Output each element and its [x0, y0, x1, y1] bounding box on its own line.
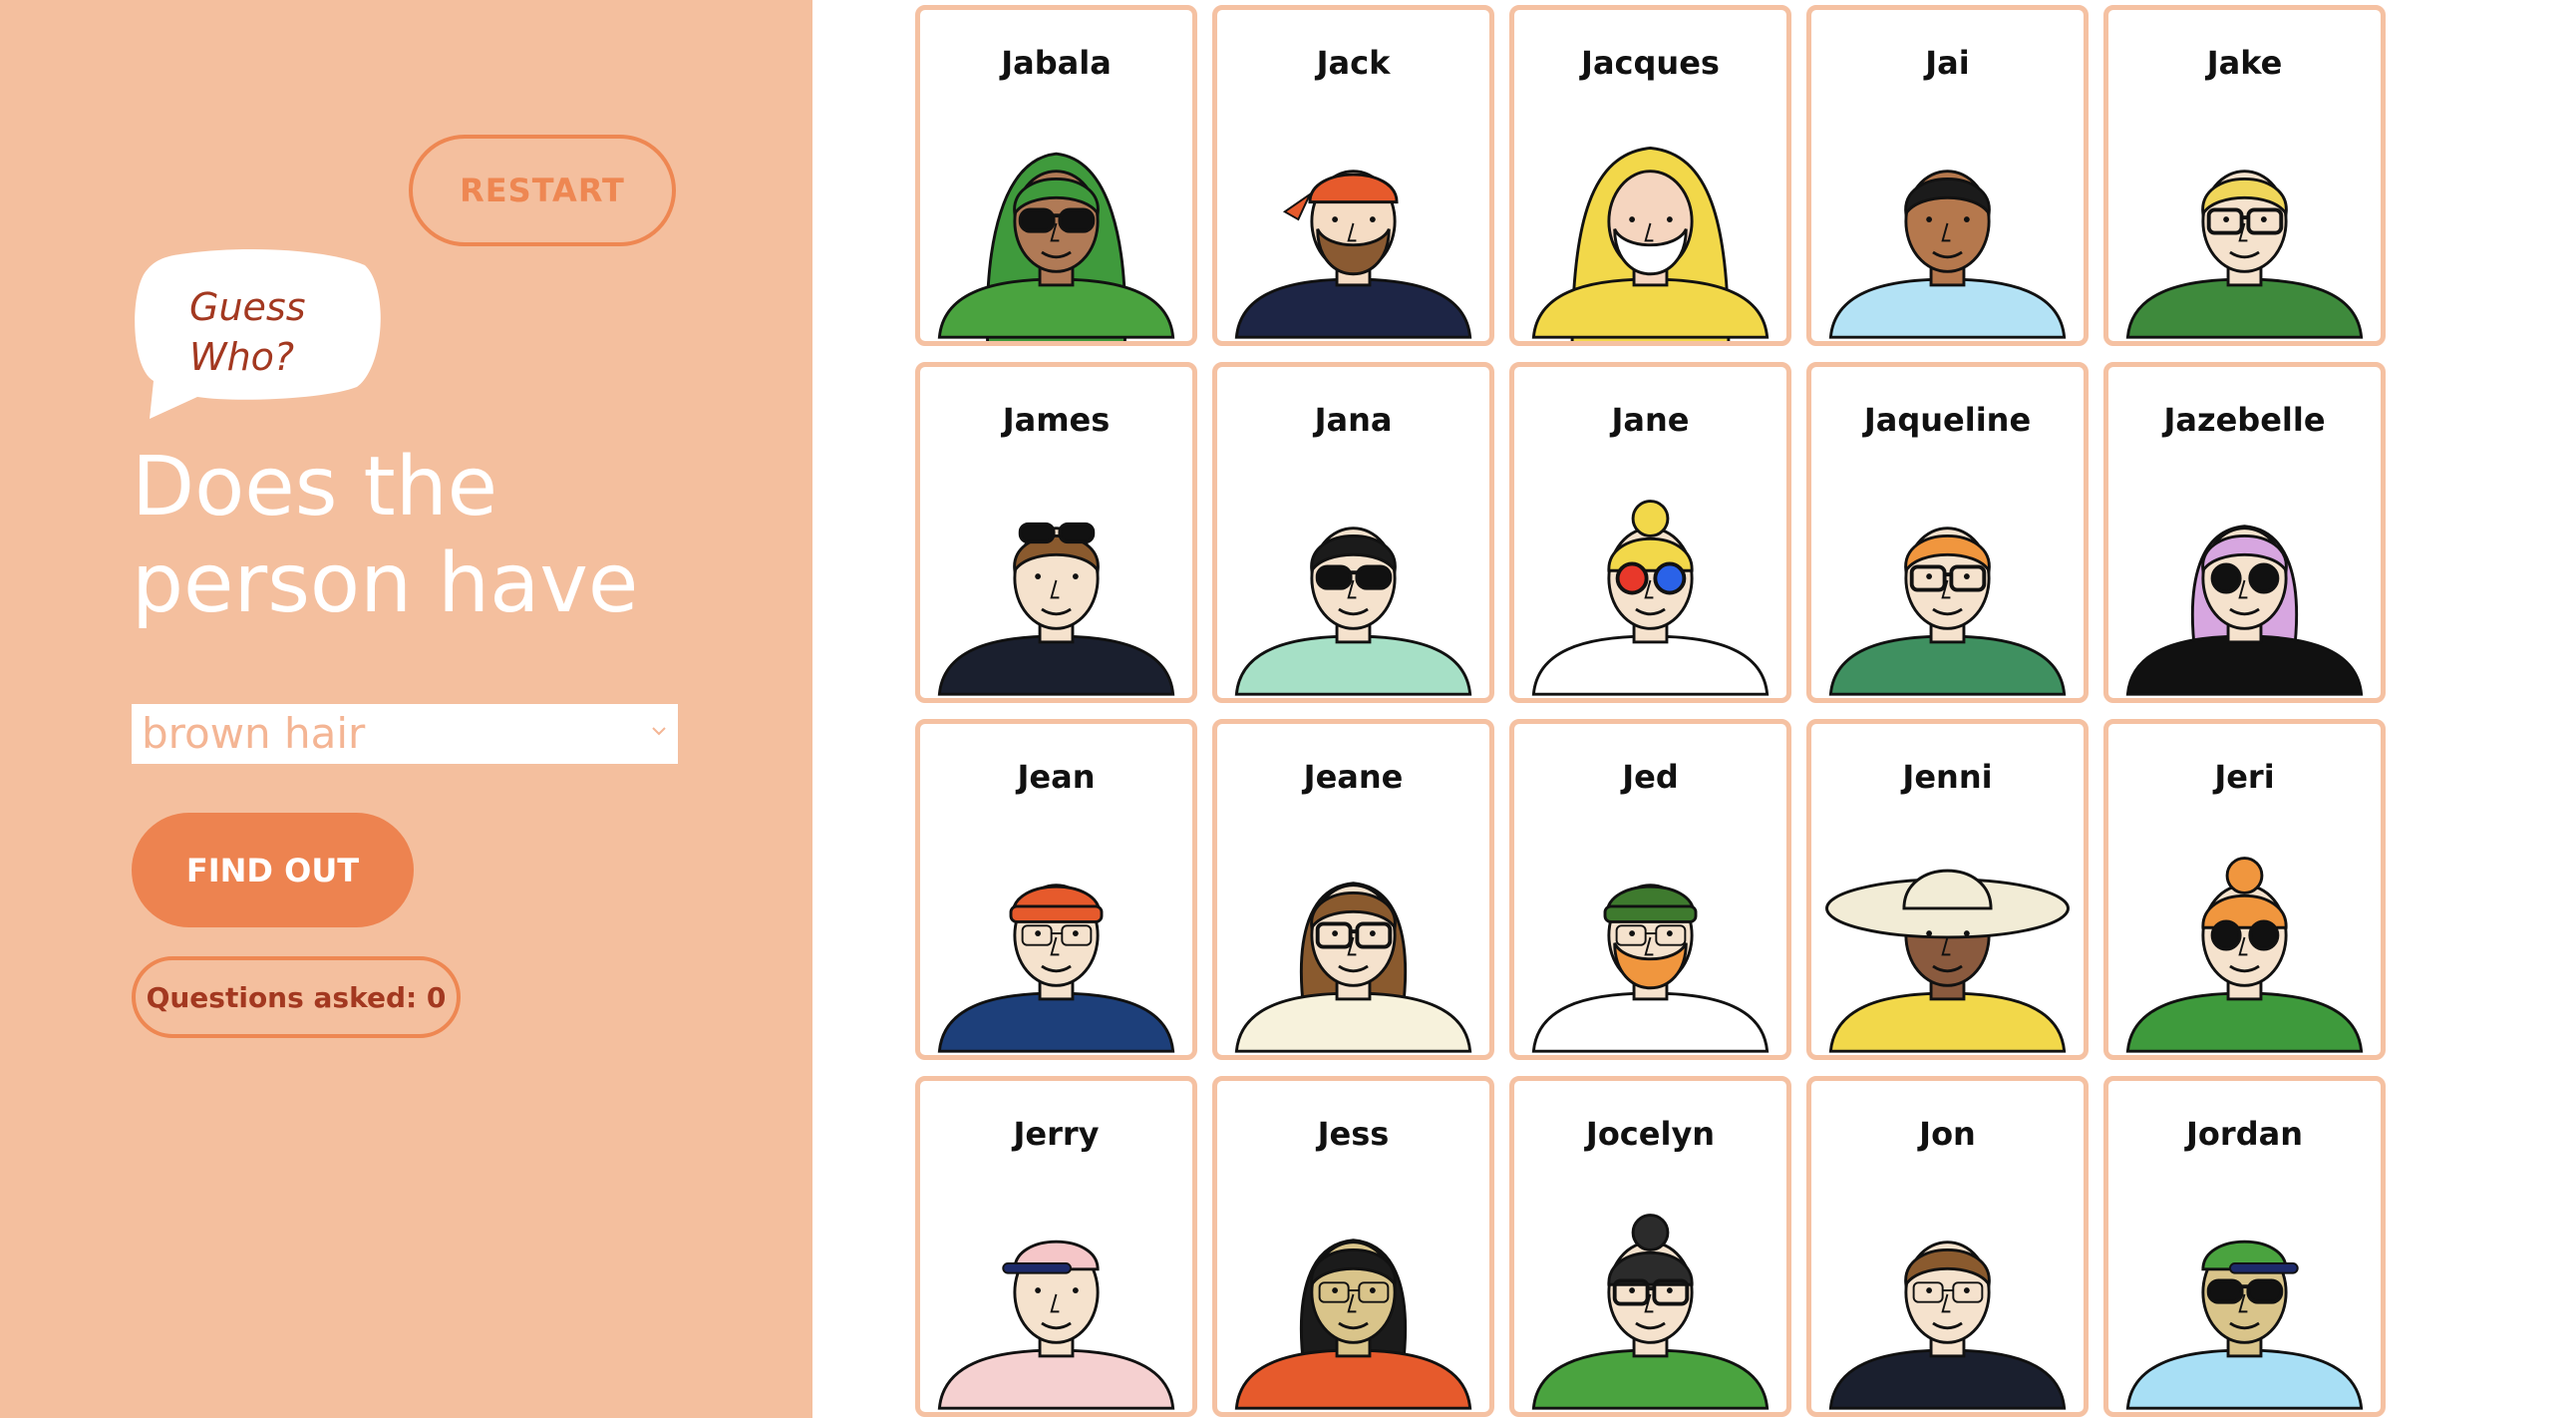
character-portrait-icon: [1531, 146, 1770, 341]
guess-who-logo: Guess Who?: [128, 247, 387, 427]
character-portrait-icon: [1531, 500, 1770, 696]
character-name: Jane: [1611, 401, 1690, 439]
character-card-james[interactable]: James: [915, 362, 1197, 703]
character-card-jack[interactable]: Jack: [1212, 5, 1494, 346]
logo-line-1: Guess: [189, 285, 306, 329]
character-portrait-icon: [1828, 170, 2067, 339]
character-card-jane[interactable]: Jane: [1509, 362, 1791, 703]
character-card-jeane[interactable]: Jeane: [1212, 719, 1494, 1060]
character-name: Jenni: [1902, 758, 1993, 796]
character-portrait-icon: [2125, 525, 2364, 696]
character-portrait-icon: [2125, 170, 2364, 339]
questions-asked-badge: Questions asked: 0: [132, 956, 461, 1038]
character-board: Jabala Jack Jacques Jai Jake James Jana …: [915, 5, 2391, 1418]
character-card-jeri[interactable]: Jeri: [2103, 719, 2386, 1060]
character-card-jai[interactable]: Jai: [1806, 5, 2089, 346]
character-name: Jeane: [1303, 758, 1404, 796]
chevron-down-icon: [652, 727, 666, 736]
character-name: Jazebelle: [2163, 401, 2326, 439]
heading-line-2: person have: [132, 536, 639, 631]
character-portrait-icon: [1234, 527, 1472, 696]
character-name: Jon: [1919, 1115, 1976, 1153]
character-card-jess[interactable]: Jess: [1212, 1076, 1494, 1417]
character-portrait-icon: [2125, 1240, 2364, 1410]
character-portrait-icon: [1234, 882, 1472, 1053]
restart-button[interactable]: RESTART: [409, 135, 676, 246]
character-portrait-icon: [1531, 1214, 1770, 1410]
question-heading: Does the person have: [132, 439, 770, 632]
find-out-button[interactable]: FIND OUT: [132, 813, 414, 927]
character-name: Jeri: [2214, 758, 2275, 796]
character-card-jabala[interactable]: Jabala: [915, 5, 1197, 346]
character-name: Jerry: [1013, 1115, 1100, 1153]
character-card-jerry[interactable]: Jerry: [915, 1076, 1197, 1417]
logo-text: Guess Who?: [189, 282, 369, 382]
character-portrait-icon: [2125, 857, 2364, 1053]
character-card-jocelyn[interactable]: Jocelyn: [1509, 1076, 1791, 1417]
character-portrait-icon: [937, 152, 1175, 341]
character-name: Jocelyn: [1585, 1115, 1716, 1153]
character-card-jenni[interactable]: Jenni: [1806, 719, 2089, 1060]
character-portrait-icon: [937, 884, 1175, 1053]
character-portrait-icon: [1234, 170, 1472, 339]
character-name: Jaqueline: [1863, 401, 2032, 439]
character-card-jed[interactable]: Jed: [1509, 719, 1791, 1060]
logo-line-2: Who?: [189, 335, 295, 379]
character-card-jon[interactable]: Jon: [1806, 1076, 2089, 1417]
character-name: Jana: [1314, 401, 1393, 439]
character-name: Jacques: [1581, 44, 1720, 82]
character-name: Jabala: [1001, 44, 1112, 82]
character-portrait-icon: [1531, 884, 1770, 1053]
attribute-select-value: brown hair: [142, 709, 366, 758]
character-portrait-icon: [1828, 1241, 2067, 1410]
character-card-jean[interactable]: Jean: [915, 719, 1197, 1060]
character-card-jazebelle[interactable]: Jazebelle: [2103, 362, 2386, 703]
character-portrait-icon: [1825, 869, 2070, 1053]
character-portrait-icon: [937, 1240, 1175, 1410]
character-portrait-icon: [937, 522, 1175, 696]
character-portrait-icon: [1828, 527, 2067, 696]
character-card-jake[interactable]: Jake: [2103, 5, 2386, 346]
heading-line-1: Does the: [132, 440, 498, 534]
character-name: Jed: [1622, 758, 1679, 796]
character-name: Jess: [1317, 1115, 1390, 1153]
character-name: Jake: [2206, 44, 2283, 82]
character-name: Jean: [1017, 758, 1096, 796]
character-card-jordan[interactable]: Jordan: [2103, 1076, 2386, 1417]
attribute-select[interactable]: brown hair: [132, 704, 678, 764]
character-name: Jordan: [2186, 1115, 2303, 1153]
character-card-jacques[interactable]: Jacques: [1509, 5, 1791, 346]
character-card-jana[interactable]: Jana: [1212, 362, 1494, 703]
character-name: James: [1002, 401, 1111, 439]
character-name: Jack: [1316, 44, 1391, 82]
character-card-jaqueline[interactable]: Jaqueline: [1806, 362, 2089, 703]
character-portrait-icon: [1234, 1239, 1472, 1410]
sidebar: RESTART Guess Who? Does the person have …: [0, 0, 812, 1418]
character-name: Jai: [1925, 44, 1970, 82]
